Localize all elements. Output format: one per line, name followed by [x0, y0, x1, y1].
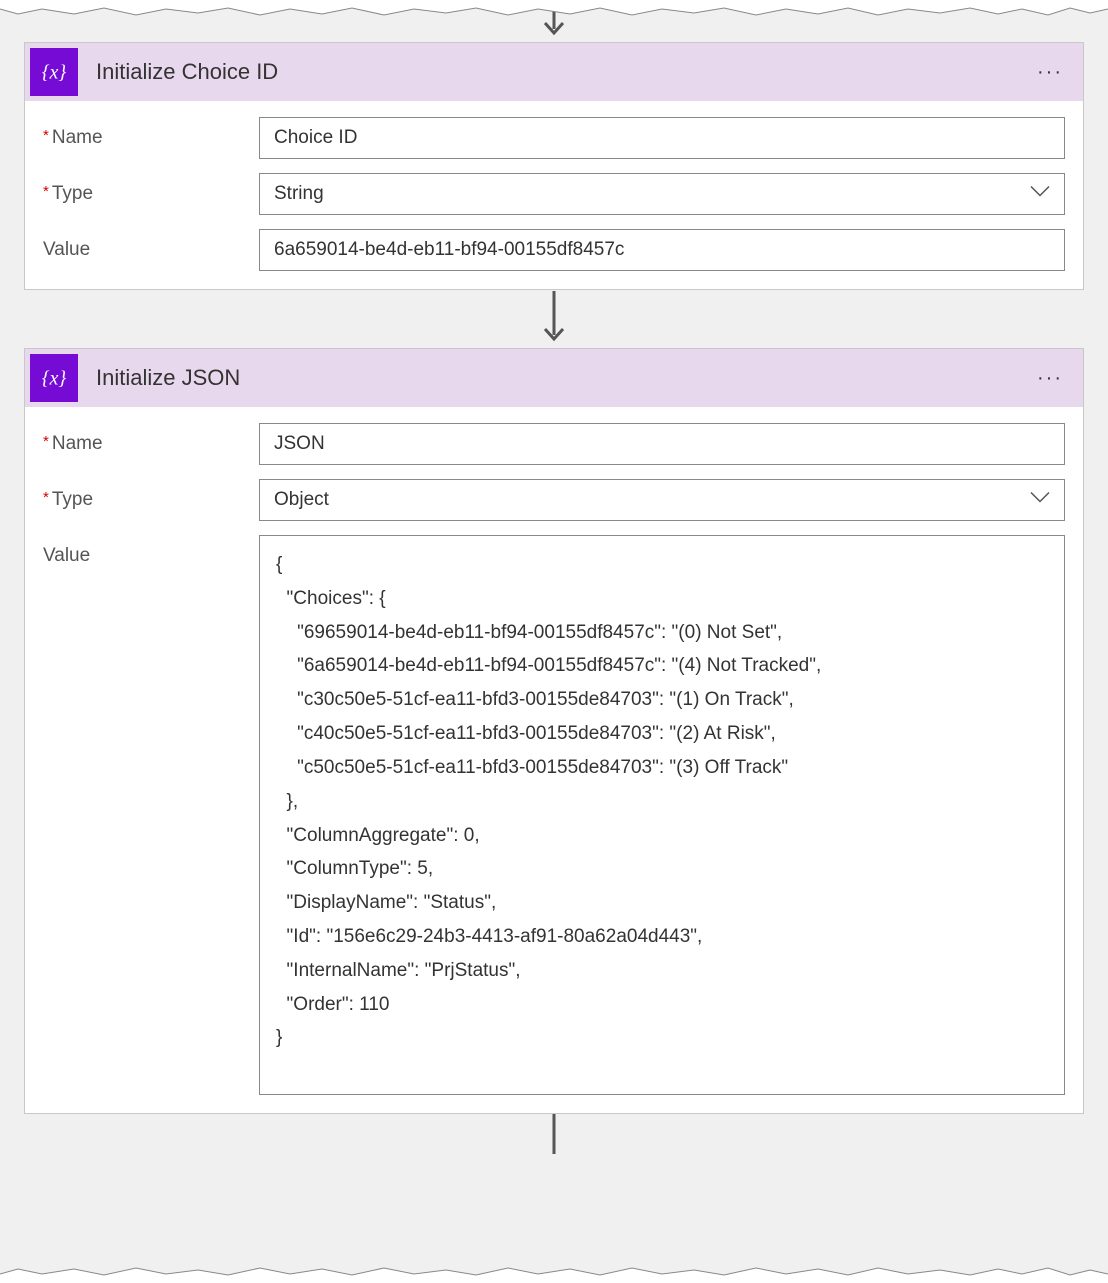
action-header[interactable]: {x} Initialize JSON ···: [25, 349, 1083, 407]
field-label-value: Value: [43, 535, 259, 567]
svg-text:{x}: {x}: [42, 62, 67, 84]
field-label-name: *Name: [43, 117, 259, 149]
name-input[interactable]: [259, 423, 1065, 465]
field-label-type: *Type: [43, 173, 259, 205]
action-body: *Name *Type String: [25, 101, 1083, 289]
variable-icon: {x}: [30, 354, 78, 402]
flow-arrow-incoming: [24, 0, 1084, 42]
action-header[interactable]: {x} Initialize Choice ID ···: [25, 43, 1083, 101]
action-title: Initialize Choice ID: [96, 59, 1031, 85]
type-select[interactable]: String: [259, 173, 1065, 215]
action-title: Initialize JSON: [96, 365, 1031, 391]
required-star-icon: *: [43, 433, 49, 450]
required-star-icon: *: [43, 489, 49, 506]
action-card-initialize-json: {x} Initialize JSON ··· *Name *Type: [24, 348, 1084, 1114]
variable-icon: {x}: [30, 48, 78, 96]
name-input[interactable]: [259, 117, 1065, 159]
action-body: *Name *Type Object: [25, 407, 1083, 1113]
action-menu-button[interactable]: ···: [1031, 57, 1069, 88]
field-label-value: Value: [43, 229, 259, 261]
type-select[interactable]: Object: [259, 479, 1065, 521]
value-textarea[interactable]: { "Choices": { "69659014-be4d-eb11-bf94-…: [259, 535, 1065, 1095]
required-star-icon: *: [43, 183, 49, 200]
flow-arrow-connector: [24, 290, 1084, 348]
action-menu-button[interactable]: ···: [1031, 363, 1069, 394]
value-input[interactable]: [259, 229, 1065, 271]
required-star-icon: *: [43, 127, 49, 144]
field-label-name: *Name: [43, 423, 259, 455]
field-label-type: *Type: [43, 479, 259, 511]
svg-text:{x}: {x}: [42, 368, 67, 390]
flow-arrow-outgoing: [24, 1114, 1084, 1154]
action-card-initialize-choice-id: {x} Initialize Choice ID ··· *Name *Type: [24, 42, 1084, 290]
